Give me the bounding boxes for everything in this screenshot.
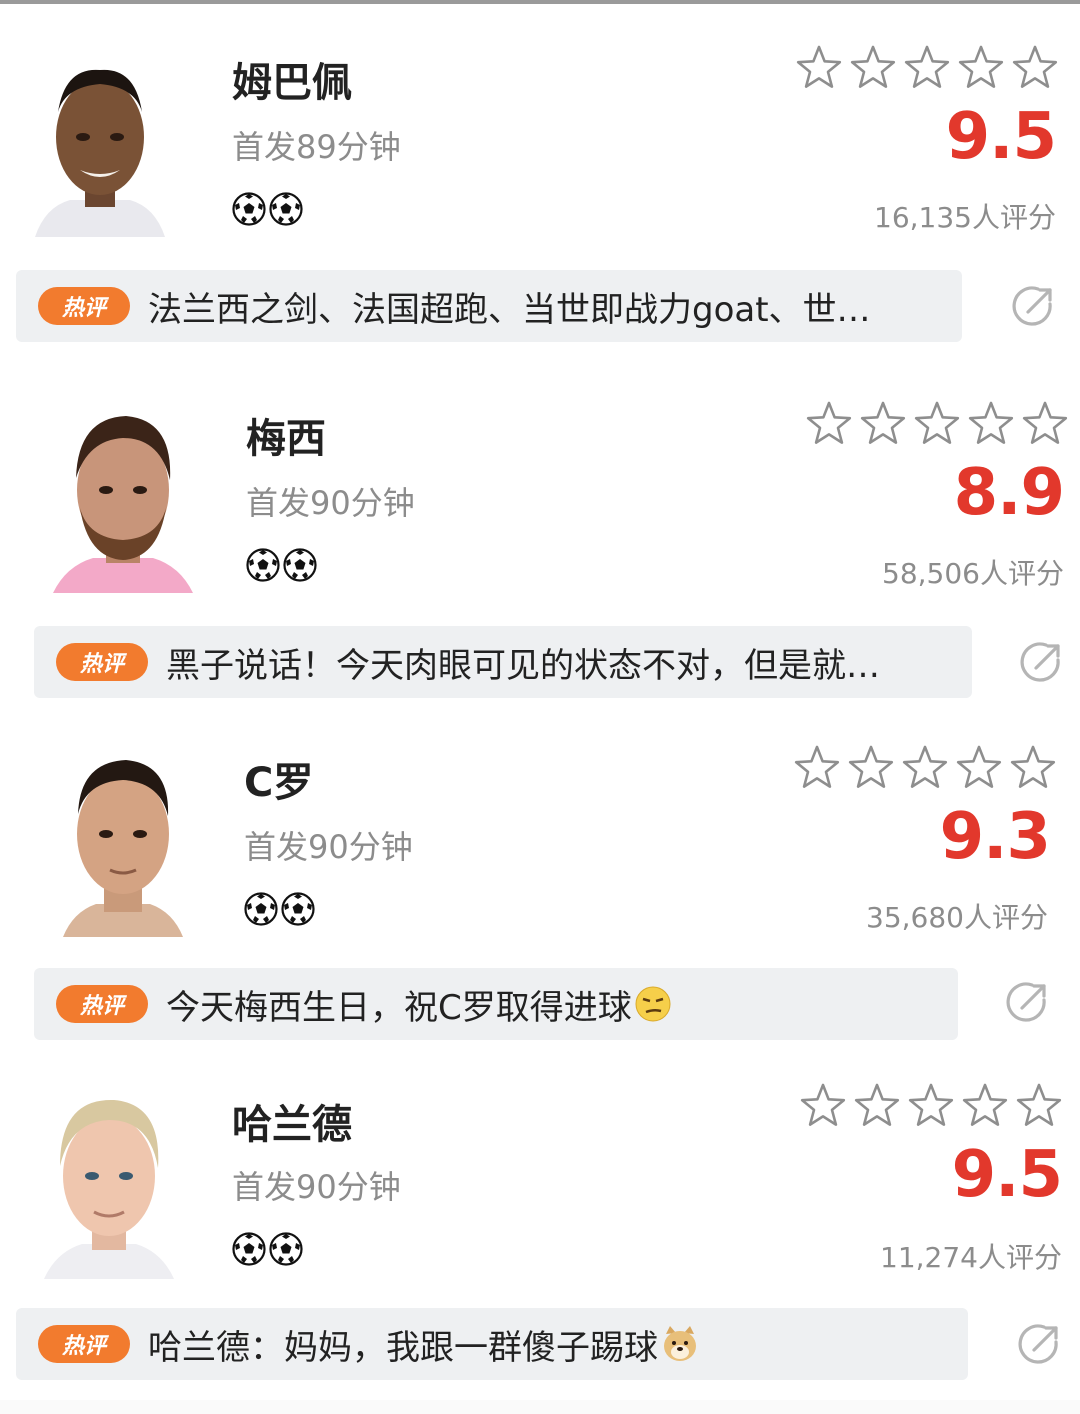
rating-stars[interactable] <box>800 1082 1062 1128</box>
star-outline-icon[interactable] <box>908 1082 954 1128</box>
comment-text: 哈兰德：妈妈，我跟一群傻子踢球 <box>148 1327 658 1368</box>
rating-stars[interactable] <box>794 744 1056 790</box>
goal-icons <box>232 192 303 226</box>
star-outline-icon[interactable] <box>902 744 948 790</box>
star-outline-icon[interactable] <box>904 44 950 90</box>
start-info: 首发90分钟 <box>232 1168 401 1206</box>
star-outline-icon[interactable] <box>958 44 1004 90</box>
hot-badge: 热评 <box>38 1325 130 1363</box>
star-outline-icon[interactable] <box>796 44 842 90</box>
soccer-ball-icon <box>269 192 303 226</box>
avatar <box>48 398 198 593</box>
doge-emoji-icon <box>664 1326 696 1361</box>
star-outline-icon[interactable] <box>1022 400 1068 446</box>
star-outline-icon[interactable] <box>956 744 1002 790</box>
star-outline-icon[interactable] <box>1012 44 1058 90</box>
player-name[interactable]: C罗 <box>244 750 313 808</box>
player-name[interactable]: 梅西 <box>246 406 326 464</box>
share-arrow-icon[interactable] <box>1016 1320 1064 1368</box>
score: 9.3 <box>939 800 1051 874</box>
hot-comment[interactable]: 热评 法兰西之剑、法国超跑、当世即战力goat、世… <box>16 270 962 342</box>
goal-icons <box>244 892 315 926</box>
hot-badge: 热评 <box>56 985 148 1023</box>
comment-text: 法兰西之剑、法国超跑、当世即战力goat、世… <box>148 289 871 330</box>
star-outline-icon[interactable] <box>1010 744 1056 790</box>
rating-count: 35,680人评分 <box>866 901 1048 934</box>
star-outline-icon[interactable] <box>860 400 906 446</box>
start-info: 首发90分钟 <box>244 828 413 866</box>
start-info: 首发89分钟 <box>232 128 401 166</box>
star-outline-icon[interactable] <box>800 1082 846 1128</box>
comment-text: 黑子说话！今天肉眼可见的状态不对，但是就… <box>166 645 880 686</box>
hot-comment[interactable]: 热评 哈兰德：妈妈，我跟一群傻子踢球 <box>16 1308 968 1380</box>
hot-badge: 热评 <box>38 287 130 325</box>
score: 8.9 <box>953 456 1065 530</box>
rating-count: 11,274人评分 <box>880 1241 1062 1274</box>
soccer-ball-icon <box>269 1232 303 1266</box>
rating-count: 16,135人评分 <box>874 201 1056 234</box>
soccer-ball-icon <box>283 548 317 582</box>
avatar <box>25 42 175 237</box>
goal-icons <box>246 548 317 582</box>
share-arrow-icon[interactable] <box>1010 282 1058 330</box>
star-outline-icon[interactable] <box>850 44 896 90</box>
avatar <box>48 742 198 937</box>
player-name[interactable]: 哈兰德 <box>232 1092 352 1150</box>
goal-icons <box>232 1232 303 1266</box>
rating-stars[interactable] <box>806 400 1068 446</box>
star-outline-icon[interactable] <box>962 1082 1008 1128</box>
smirk-emoji-icon <box>635 986 671 1022</box>
bottom-strip <box>0 1400 1080 1414</box>
soccer-ball-icon <box>281 892 315 926</box>
score: 9.5 <box>951 1138 1063 1212</box>
top-divider <box>0 0 1080 4</box>
share-arrow-icon[interactable] <box>1018 638 1066 686</box>
star-outline-icon[interactable] <box>794 744 840 790</box>
rating-stars[interactable] <box>796 44 1058 90</box>
score: 9.5 <box>945 100 1057 174</box>
comment-text: 今天梅西生日，祝C罗取得进球 <box>166 987 632 1028</box>
soccer-ball-icon <box>244 892 278 926</box>
player-card-ronaldo[interactable]: C罗 首发90分钟 9.3 35,680人评分 热评 今天梅西生日，祝C罗取得进… <box>0 720 1080 1065</box>
star-outline-icon[interactable] <box>968 400 1014 446</box>
hot-comment[interactable]: 热评 今天梅西生日，祝C罗取得进球 <box>34 968 958 1040</box>
player-card-mbappe[interactable]: 姆巴佩 首发89分钟 9.5 16,135人评分 热评 法兰西之剑、法国超跑、当… <box>0 20 1080 365</box>
player-name[interactable]: 姆巴佩 <box>232 50 352 108</box>
player-card-haaland[interactable]: 哈兰德 首发90分钟 9.5 11,274人评分 热评 哈兰德：妈妈，我跟一群傻… <box>0 1062 1080 1407</box>
star-outline-icon[interactable] <box>914 400 960 446</box>
soccer-ball-icon <box>232 1232 266 1266</box>
star-outline-icon[interactable] <box>806 400 852 446</box>
player-card-messi[interactable]: 梅西 首发90分钟 8.9 58,506人评分 热评 黑子说话！今天肉眼可见的状… <box>0 376 1080 721</box>
star-outline-icon[interactable] <box>848 744 894 790</box>
star-outline-icon[interactable] <box>854 1082 900 1128</box>
hot-comment[interactable]: 热评 黑子说话！今天肉眼可见的状态不对，但是就… <box>34 626 972 698</box>
rating-count: 58,506人评分 <box>882 557 1064 590</box>
hot-badge: 热评 <box>56 643 148 681</box>
star-outline-icon[interactable] <box>1016 1082 1062 1128</box>
avatar <box>34 1084 184 1279</box>
soccer-ball-icon <box>246 548 280 582</box>
soccer-ball-icon <box>232 192 266 226</box>
jersey <box>53 558 193 593</box>
share-arrow-icon[interactable] <box>1004 978 1052 1026</box>
start-info: 首发90分钟 <box>246 484 415 522</box>
